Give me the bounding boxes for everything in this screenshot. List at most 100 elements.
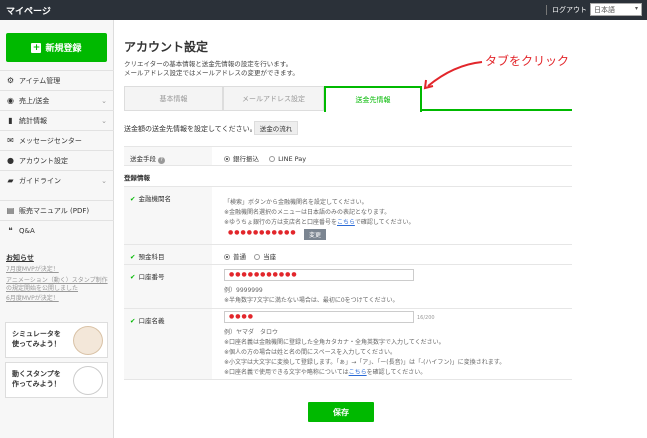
top-bar: マイページ ログアウト 日本語 ▾ xyxy=(0,0,647,20)
new-registration-button[interactable]: + 新規登録 xyxy=(6,33,107,62)
sidebar-item-manual[interactable]: ▤ 販売マニュアル (PDF) xyxy=(0,200,114,220)
rabbit-character-icon xyxy=(73,366,103,395)
sidebar-item-label: 販売マニュアル (PDF) xyxy=(19,206,90,215)
yucho-link[interactable]: こちら xyxy=(337,219,355,226)
radio-ordinary[interactable] xyxy=(224,254,230,260)
chevron-down-icon: ⌄ xyxy=(101,96,107,105)
form-intro: 送金額の送金先情報を設定してください。 xyxy=(124,125,257,133)
bank-label-text: 金融機関名 xyxy=(138,195,171,203)
help-icon[interactable]: ? xyxy=(158,157,165,164)
annotation-text: タブをクリック xyxy=(485,54,570,68)
char-counter: 16/200 xyxy=(417,315,435,321)
account-number-input[interactable]: ●●●●●●●●●●● xyxy=(224,269,414,281)
sidebar-item-label: 統計情報 xyxy=(19,116,47,125)
radio-label: 普通 xyxy=(233,253,246,261)
sidebar-item-label: アイテム管理 xyxy=(19,76,61,85)
folder-icon: ▰ xyxy=(7,176,14,185)
animated-sticker-banner[interactable]: 動くスタンプを 作ってみよう！ xyxy=(5,362,108,398)
bear-character-icon xyxy=(73,326,103,355)
sidebar-item-label: Q&A xyxy=(19,226,35,235)
chevron-down-icon: ▾ xyxy=(634,5,638,12)
change-button[interactable]: 変更 xyxy=(304,229,326,240)
allowed-characters-link[interactable]: こちら xyxy=(349,369,367,376)
news-item[interactable]: 7月度MVPが決定！ xyxy=(6,266,110,274)
remittance-flow-button[interactable]: 送金の流れ xyxy=(254,121,298,135)
person-icon: ● xyxy=(7,156,14,165)
gear-icon: ⚙ xyxy=(6,76,15,85)
sidebar-item-label: 売上/送金 xyxy=(19,96,50,105)
radio-bank-transfer[interactable] xyxy=(224,156,230,162)
plus-icon: + xyxy=(31,42,42,53)
tab-label: 基本情報 xyxy=(159,94,188,103)
sidebar-item-label: アカウント設定 xyxy=(19,156,68,165)
radio-line-pay[interactable] xyxy=(269,156,276,162)
tab-remittance-info[interactable]: 送金先情報 xyxy=(324,86,422,112)
mail-icon: ✉ xyxy=(7,136,14,145)
account-type-label: ✔ 預金科目 xyxy=(124,245,212,264)
save-button[interactable]: 保存 xyxy=(308,402,374,422)
page-title: アカウント設定 xyxy=(124,40,209,54)
radio-label: 銀行振込 xyxy=(233,155,259,163)
sidebar-item-sales[interactable]: ◉ 売上/送金 ⌄ xyxy=(0,90,114,110)
language-select[interactable]: 日本語 ▾ xyxy=(590,3,642,16)
tab-label: 送金先情報 xyxy=(355,96,391,104)
book-icon: ▤ xyxy=(6,206,15,215)
account-holder-note: ※口座名義は金融機関に登録した全角カタカナ・全角英数字で入力してください。 xyxy=(224,339,445,346)
tab-bar: 基本情報 メールアドレス設定 送金先情報 xyxy=(124,86,572,112)
bank-note: ※金融機関名選択のメニューは日本語のみの表記となります。 xyxy=(224,209,391,216)
bank-name-value: ●●●●●●●●●●● xyxy=(224,228,300,240)
account-number-row: ✔ 口座番号 ●●●●●●●●●●● 例）9999999 ※半角数字7文字に満たな… xyxy=(124,264,572,308)
sidebar-item-stats[interactable]: ▮ 統計情報 ⌄ xyxy=(0,110,114,130)
news-item[interactable]: アニメーション（動く）スタンプ制作の規定開始を公開しました xyxy=(6,277,110,293)
tab-email-settings[interactable]: メールアドレス設定 xyxy=(223,86,324,111)
bank-note: 「検索」ボタンから金融機関名を設定してください。 xyxy=(224,199,368,206)
new-registration-label: 新規登録 xyxy=(45,44,82,54)
sidebar-item-messages[interactable]: ✉ メッセージセンター xyxy=(0,130,114,150)
check-icon: ✔ xyxy=(130,195,136,203)
account-holder-note: ※個人の方の場合は姓と名の間にスペースを入力してください。 xyxy=(224,349,396,356)
account-holder-label: ✔ 口座名義 xyxy=(124,309,212,379)
sidebar-item-label: ガイドライン xyxy=(19,176,61,185)
bank-note-text: ※ゆうちょ銀行の方は支店名と口座番号を xyxy=(224,219,338,226)
method-label: 送金手段? xyxy=(124,147,212,165)
bank-note: ※ゆうちょ銀行の方は支店名と口座番号をこちらで確認してください。 xyxy=(224,217,415,226)
language-select-value: 日本語 xyxy=(594,6,615,14)
app-title: マイページ xyxy=(6,7,51,17)
account-holder-label-text: 口座名義 xyxy=(138,317,165,325)
check-icon: ✔ xyxy=(130,317,136,325)
sidebar-item-guidelines[interactable]: ▰ ガイドライン ⌄ xyxy=(0,170,114,190)
logout-link[interactable]: ログアウト xyxy=(552,5,587,15)
bank-note-text: で確認してください。 xyxy=(354,219,415,226)
account-number-label-text: 口座番号 xyxy=(138,273,165,281)
sidebar: + 新規登録 ⚙ アイテム管理 ◉ 売上/送金 ⌄ ▮ 統計情報 ⌄ ✉ メッセ… xyxy=(0,20,114,438)
account-type-row: ✔ 預金科目 普通 当座 xyxy=(124,244,572,264)
tab-label: メールアドレス設定 xyxy=(242,94,305,103)
news-heading[interactable]: お知らせ xyxy=(6,254,34,262)
method-options: 銀行振込 LINE Pay xyxy=(224,153,306,163)
coins-icon: ◉ xyxy=(7,96,14,105)
chart-icon: ▮ xyxy=(8,116,13,125)
sidebar-item-items[interactable]: ⚙ アイテム管理 xyxy=(0,70,114,90)
radio-current[interactable] xyxy=(254,254,261,260)
method-label-text: 送金手段 xyxy=(130,155,156,163)
simulator-banner[interactable]: シミュレータを 使ってみよう！ xyxy=(5,322,108,358)
sidebar-item-qa[interactable]: ❝ Q&A xyxy=(0,220,114,240)
account-holder-note: ※口座名義で使用できる文字や略称についてはこちらを確認してください。 xyxy=(224,367,426,376)
sidebar-item-account[interactable]: ● アカウント設定 xyxy=(0,150,114,170)
bank-label: ✔ 金融機関名 xyxy=(124,187,212,244)
check-icon: ✔ xyxy=(130,273,136,281)
check-icon: ✔ xyxy=(130,253,136,261)
sidebar-item-label: メッセージセンター xyxy=(19,136,82,145)
account-holder-note: ※小文字は大文字に変換して登録します。「ぁ」→「ア」、「ー(長音)」は「-(ハイ… xyxy=(224,359,506,366)
account-holder-example: 例）ヤマダ タロウ xyxy=(224,329,279,336)
radio-label: LINE Pay xyxy=(278,155,307,163)
account-type-options: 普通 当座 xyxy=(224,251,276,261)
account-holder-input[interactable]: ●●●● xyxy=(224,311,414,323)
holder-note-text: を確認してください。 xyxy=(366,369,427,376)
holder-note-text: ※口座名義で使用できる文字や略称については xyxy=(224,369,349,376)
divider xyxy=(546,5,547,15)
tab-basic-info[interactable]: 基本情報 xyxy=(124,86,223,111)
chat-icon: ❝ xyxy=(8,226,13,235)
chevron-down-icon: ⌄ xyxy=(101,116,107,125)
news-item[interactable]: 6月度MVPが決定！ xyxy=(6,295,110,303)
